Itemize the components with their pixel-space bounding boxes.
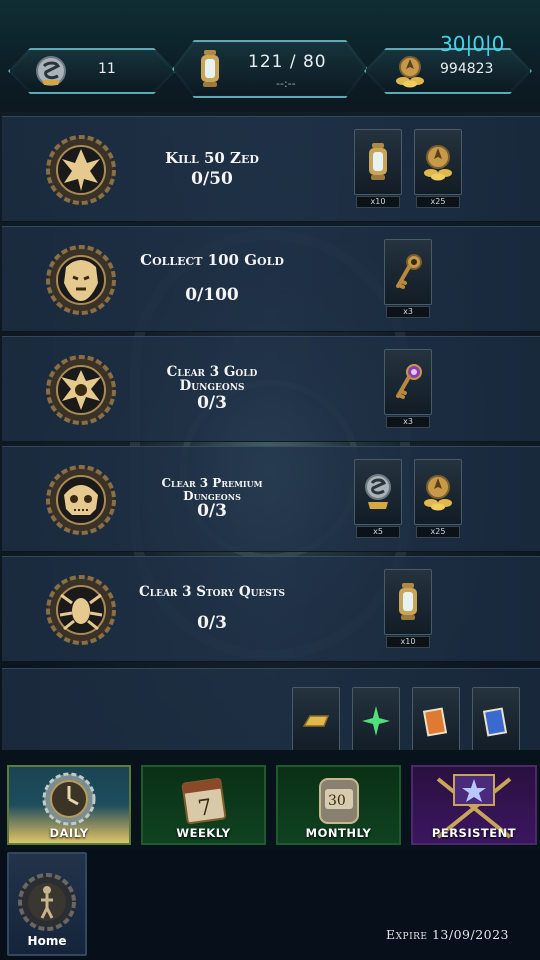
gold-pile-icon	[396, 56, 424, 88]
quest-title: Clear 3 Premium Dungeons	[161, 476, 263, 503]
bug-crest-icon	[46, 575, 116, 645]
gold-bar-icon	[302, 715, 330, 727]
reward-quantity: x3	[386, 306, 430, 318]
reward-slot[interactable]: x25	[414, 129, 462, 208]
tab-weekly[interactable]: 7 WEEKLY	[141, 765, 266, 845]
svg-text:30: 30	[328, 793, 346, 809]
silver-token-icon	[365, 474, 391, 509]
quest-row[interactable]: Clear 3 Gold Dungeons 0/3 x3	[2, 336, 540, 442]
reward-slot[interactable]: x10	[384, 569, 432, 648]
home-button[interactable]: Home	[7, 852, 87, 956]
reward-quantity: x10	[356, 196, 400, 208]
reward-quantity: x10	[386, 636, 430, 648]
energy-timer: --:--	[276, 77, 296, 90]
quest-progress: 0/3	[197, 393, 227, 413]
calendar-7-icon: 7	[181, 777, 226, 825]
quest-row[interactable]: Clear 3 Premium Dungeons 0/3 x5 x25	[2, 446, 540, 552]
reward-slot[interactable]: x3	[384, 239, 432, 318]
tab-daily[interactable]: DAILY	[7, 765, 131, 845]
figure-gear-icon	[18, 873, 76, 931]
quest-row-partial[interactable]	[2, 668, 540, 753]
quest-period-tabs: DAILY 7 WEEKLY 30 MONTHLY PERSISTENT	[0, 750, 540, 850]
quest-row[interactable]: Collect 100 Gold 0/100 x3	[2, 226, 540, 332]
green-star-icon	[362, 706, 390, 736]
lantern-icon	[201, 50, 219, 87]
tab-label: DAILY	[49, 826, 89, 840]
quest-title: Collect 100 Gold	[140, 251, 284, 269]
fps-overlay: 30|0|0	[440, 32, 505, 56]
blue-card-icon	[482, 707, 508, 737]
zed-crest-icon	[46, 135, 116, 205]
quest-progress: 0/50	[191, 169, 233, 189]
reward-slot[interactable]: x5	[354, 459, 402, 538]
quest-row[interactable]: Kill 50 Zed 0/50 x10 x25	[2, 116, 540, 222]
skull-crest-icon	[46, 465, 116, 535]
reward-quantity: x3	[386, 416, 430, 428]
silver-token-counter[interactable]: 11	[8, 48, 176, 94]
quest-progress: 0/3	[197, 613, 227, 633]
quest-title: Kill 50 Zed	[165, 149, 259, 167]
gold-pile-icon	[424, 145, 452, 181]
quest-row[interactable]: Clear 3 Story Quests 0/3 x10	[2, 556, 540, 662]
lantern-icon	[369, 143, 387, 180]
reward-quantity: x5	[356, 526, 400, 538]
reward-slot[interactable]: x10	[354, 129, 402, 208]
bronze-key-icon	[396, 254, 422, 289]
quest-title: Clear 3 Gold Dungeons	[166, 364, 258, 395]
reward-slot[interactable]: x25	[414, 459, 462, 538]
tab-persistent[interactable]: PERSISTENT	[411, 765, 537, 845]
orange-card-icon	[422, 707, 448, 737]
quest-progress: 0/3	[197, 501, 227, 521]
energy-value: 121 / 80	[248, 52, 327, 72]
gold-value: 994823	[440, 61, 494, 77]
reward-quantity: x25	[416, 196, 460, 208]
gold-pile-icon	[424, 475, 452, 511]
tab-label: MONTHLY	[305, 826, 372, 840]
tab-monthly[interactable]: 30 MONTHLY	[276, 765, 401, 845]
lion-crest-icon	[46, 245, 116, 315]
silver-token-icon	[36, 56, 66, 86]
purple-key-icon	[396, 364, 422, 399]
expire-date: Expire 13/09/2023	[386, 927, 510, 942]
spider-crest-icon	[46, 355, 116, 425]
silver-token-value: 11	[98, 61, 116, 77]
clock-gear-icon	[42, 772, 96, 826]
quest-progress: 0/100	[185, 285, 239, 305]
energy-counter[interactable]: 121 / 80 --:--	[172, 40, 368, 98]
reward-quantity: x25	[416, 526, 460, 538]
home-label: Home	[27, 934, 67, 948]
tab-label: PERSISTENT	[431, 826, 517, 840]
lantern-icon	[399, 583, 417, 620]
reward-slot[interactable]: x3	[384, 349, 432, 428]
top-resource-bar: 11 121 / 80 --:-- 994823 30|0|0	[0, 0, 540, 112]
quest-title: Clear 3 Story Quests	[139, 584, 285, 600]
calendar-30-icon: 30	[318, 778, 359, 824]
tab-label: WEEKLY	[176, 826, 231, 840]
